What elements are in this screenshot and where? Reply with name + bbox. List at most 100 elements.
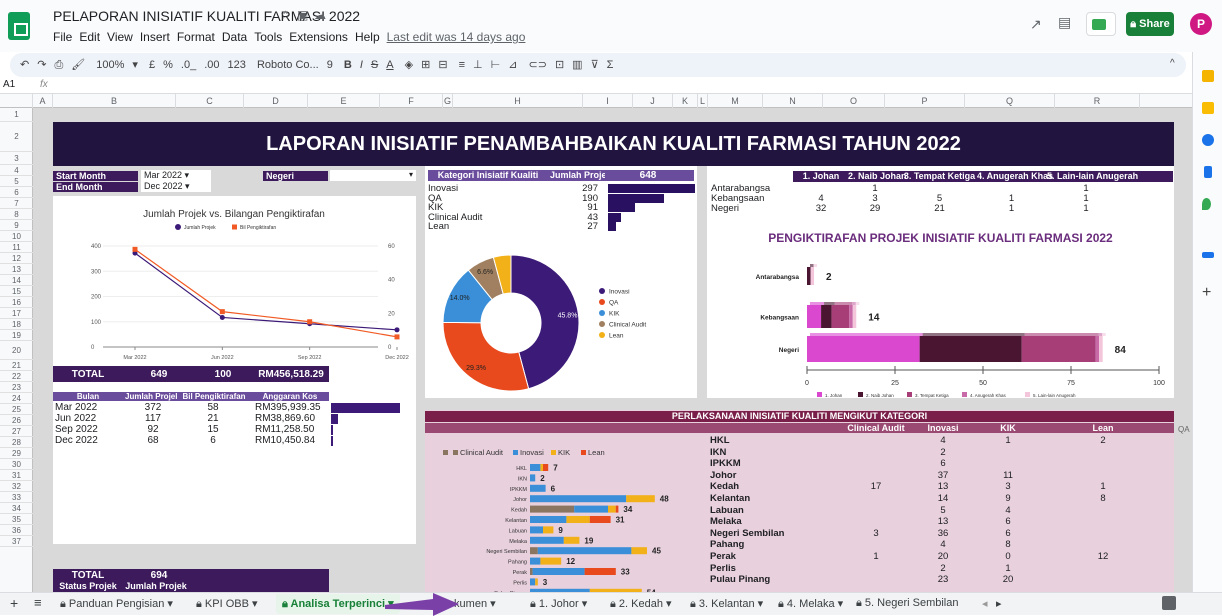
hbar-segment[interactable] [566,516,590,523]
hbar-segment[interactable] [540,557,562,565]
column-header[interactable]: C [176,94,244,108]
valign-icon[interactable]: ⊥ [473,59,483,71]
column-header[interactable]: H [453,94,583,108]
scroll-right-icon[interactable]: ▸ [996,597,1002,610]
merge-icon[interactable]: ⊟ [438,59,447,71]
pie-chart[interactable]: 45.8% 29.3% 14.0% 6.6% Inovasi QA KIK Clinical … [428,246,696,398]
paint-format-icon[interactable]: 🖌︎ [71,59,85,71]
hbar-segment[interactable] [574,505,608,513]
column-header[interactable]: D [244,94,308,108]
row-header[interactable]: 28 [0,437,33,448]
column-header[interactable]: R [1055,94,1140,108]
row-header[interactable]: 37 [0,536,33,547]
strikethrough-icon[interactable]: S [371,59,378,71]
calendar-icon[interactable] [1202,134,1214,146]
row-header[interactable]: 13 [0,264,33,275]
tab-kedah[interactable]: 🔒︎ 2. Kedah ▾ [610,597,672,611]
row-header[interactable]: 7 [0,198,33,209]
column-header[interactable]: P [885,94,965,108]
column-header[interactable]: Q [965,94,1055,108]
redo-icon[interactable]: ↷ [37,59,46,71]
sheet-grid[interactable]: LAPORAN INISIATIF PENAMBAHBAIKAN KUALITI… [33,108,1192,592]
row-header[interactable]: 34 [0,503,33,514]
hbar-segment[interactable] [530,547,538,555]
tab-negeri-sembilan[interactable]: 🔒︎ 5. Negeri Sembilan [856,597,958,610]
row-header[interactable]: 30 [0,459,33,470]
hbar-segment[interactable] [608,505,616,513]
horizontal-bar-chart[interactable]: Clinical Audit Inovasi KIK Lean HKL 7 IKN 2 IPKK… [425,434,700,592]
row-header[interactable]: 36 [0,525,33,536]
share-button[interactable]: 🔒︎ Share [1126,12,1174,36]
menu-help[interactable]: Help [355,30,380,44]
hbar-segment[interactable] [631,547,647,555]
filter-icon[interactable]: ⊽ [591,59,599,71]
row-header[interactable]: 16 [0,297,33,308]
cloud-status-icon[interactable]: ☁ [314,8,326,22]
stacked-bar-segment[interactable] [831,305,850,328]
decrease-decimal[interactable]: .0_ [181,59,196,71]
percent-format[interactable]: % [163,59,173,71]
menu-tools[interactable]: Tools [254,30,282,44]
fill-color-icon[interactable]: ◈ [405,59,413,71]
column-header[interactable]: B [53,94,176,108]
row-header[interactable]: 35 [0,514,33,525]
hbar-segment[interactable] [530,474,536,482]
undo-icon[interactable]: ↶ [20,59,29,71]
column-header[interactable]: M [708,94,763,108]
column-header[interactable]: G [443,94,453,108]
name-box[interactable]: A1 [3,79,15,90]
column-header[interactable]: O [823,94,885,108]
hbar-segment[interactable] [530,536,564,544]
tab-analisa-terperinci[interactable]: 🔒︎ Analisa Terperinci ▾ [276,594,400,614]
menu-edit[interactable]: Edit [79,30,100,44]
font-size[interactable]: 9 [327,59,333,71]
row-header[interactable]: 14 [0,275,33,286]
scroll-left-icon[interactable]: ◂ [982,597,988,610]
row-header[interactable]: 4 [0,165,33,176]
italic-icon[interactable]: I [360,59,363,71]
hbar-segment[interactable] [537,547,632,555]
select-all-corner[interactable] [0,94,33,108]
hbar-segment[interactable] [530,464,541,471]
maps-icon[interactable] [1202,198,1211,210]
hbar-segment[interactable] [530,516,567,523]
row-header[interactable]: 15 [0,286,33,297]
menu-extensions[interactable]: Extensions [289,30,348,44]
hbar-segment[interactable] [543,464,549,471]
text-color-icon[interactable]: A [386,59,393,71]
chevron-down-icon[interactable]: ▾ [132,59,138,71]
row-header[interactable]: 12 [0,253,33,264]
row-header[interactable]: 29 [0,448,33,459]
hbar-segment[interactable] [530,526,543,534]
move-folder-icon[interactable]: ▣ [297,8,308,22]
increase-decimal[interactable]: .00 [204,59,219,71]
row-header[interactable]: 18 [0,319,33,330]
hbar-segment[interactable] [535,578,538,586]
stacked-bar-segment[interactable] [807,267,811,285]
contacts-icon[interactable] [1204,166,1212,178]
menu-view[interactable]: View [107,30,133,44]
hbar-segment[interactable] [584,568,616,575]
row-header[interactable]: 2 [0,122,33,152]
trend-icon[interactable]: ↗ [1030,16,1042,33]
row-header[interactable]: 26 [0,415,33,426]
stacked-bar-segment[interactable] [919,336,1022,362]
hbar-segment[interactable] [532,568,585,575]
bold-icon[interactable]: B [344,59,352,71]
tab-melaka[interactable]: 🔒︎ 4. Melaka ▾ [778,597,843,611]
hbar-segment[interactable] [530,495,627,503]
row-header[interactable]: 9 [0,220,33,231]
dashboard-icon[interactable] [1202,252,1214,258]
rotate-icon[interactable]: ⊿ [508,59,517,71]
comment-icon[interactable]: ⊡ [555,59,564,71]
row-header[interactable]: 27 [0,426,33,437]
row-header[interactable]: 33 [0,492,33,503]
stacked-bar-chart[interactable]: Antarabangsa 2 Kebangsaan 14 Negeri 84 0 25 50 75… [707,248,1174,398]
avatar[interactable]: P [1190,13,1212,35]
star-icon[interactable]: ☆ [280,8,291,22]
print-icon[interactable]: ⎙ [54,59,63,71]
wrap-icon[interactable]: ⊢ [491,59,501,71]
currency-format[interactable]: £ [149,59,155,71]
row-header[interactable]: 5 [0,176,33,187]
hbar-segment[interactable] [543,526,554,534]
